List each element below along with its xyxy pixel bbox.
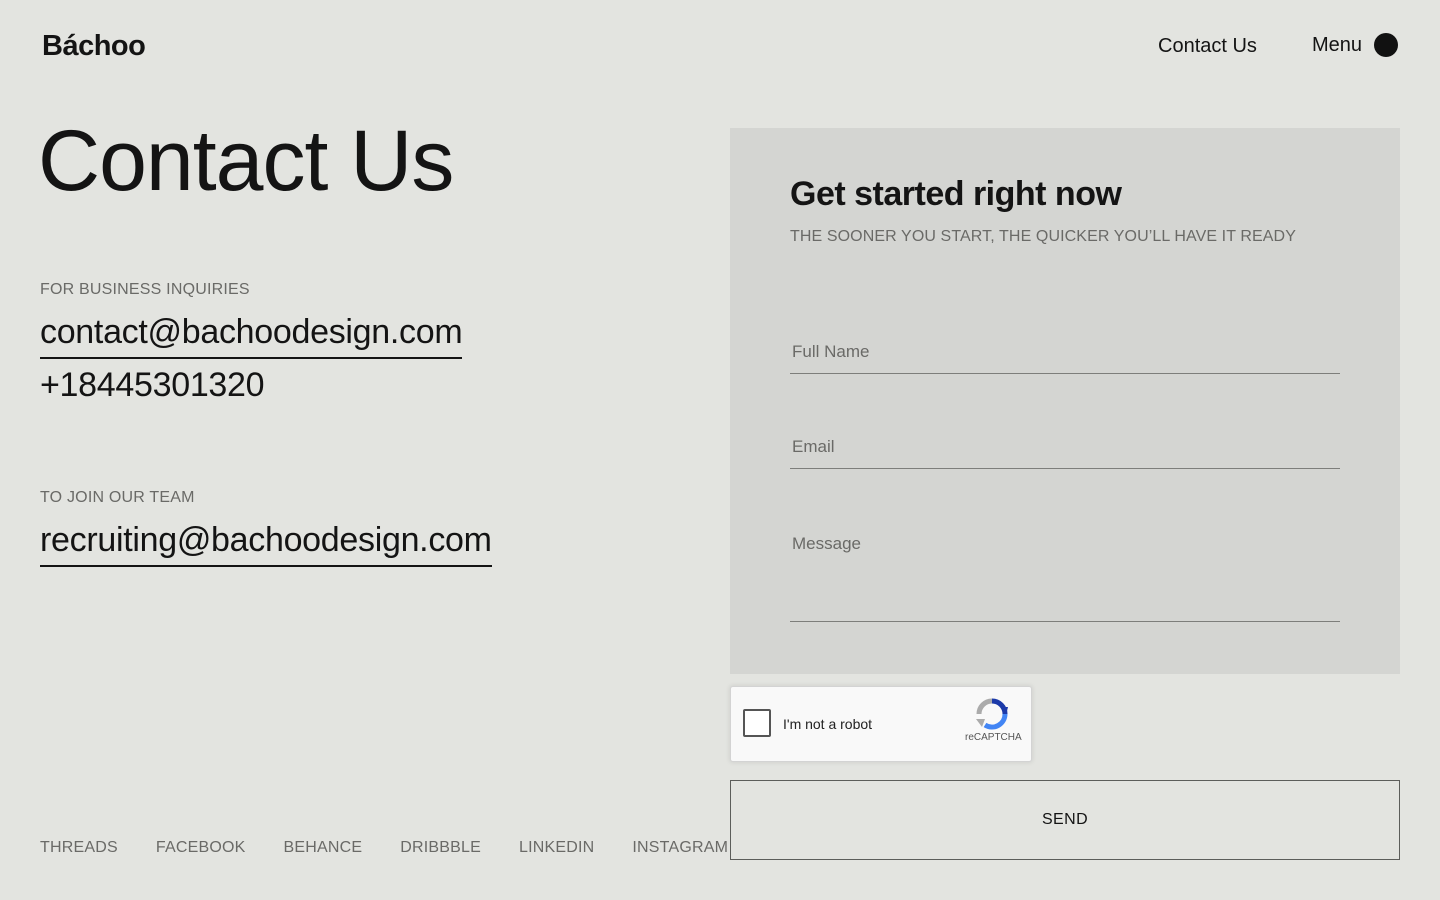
recaptcha-label: I'm not a robot [783,716,873,732]
full-name-input[interactable] [790,341,1340,374]
social-link-threads[interactable]: THREADS [40,839,118,857]
social-link-linkedin[interactable]: LINKEDIN [519,839,594,857]
menu-label: Menu [1312,33,1363,56]
social-link-instagram[interactable]: INSTAGRAM [632,839,728,857]
social-link-facebook[interactable]: FACEBOOK [156,839,246,857]
send-button[interactable]: SEND [730,780,1400,860]
join-team-label: TO JOIN OUR TEAM [40,489,195,506]
business-phone-link[interactable]: +18445301320 [40,367,265,404]
recaptcha-brand: reCAPTCHA [965,732,1022,743]
recruiting-email-link[interactable]: recruiting@bachoodesign.com [40,522,492,567]
brand-logo[interactable]: Báchoo [42,30,146,63]
page-title: Contact Us [38,113,454,209]
form-subtitle: THE SOONER YOU START, THE QUICKER YOU’LL… [790,228,1296,245]
contact-form-panel: Get started right now THE SOONER YOU STA… [730,128,1400,674]
social-link-dribbble[interactable]: DRIBBBLE [400,839,481,857]
social-links: THREADS FACEBOOK BEHANCE DRIBBBLE LINKED… [40,839,728,857]
recaptcha-logo-icon [976,698,1008,730]
menu-dot-icon [1374,33,1399,57]
message-textarea[interactable] [790,532,1340,622]
nav-contact-link[interactable]: Contact Us [1158,35,1257,58]
email-input[interactable] [790,436,1340,469]
recaptcha-checkbox[interactable] [743,709,771,737]
contact-page: Báchoo Contact Us Menu Contact Us FOR BU… [0,0,1440,900]
form-title: Get started right now [790,175,1122,213]
recaptcha-widget: I'm not a robot reCAPTCHA [730,686,1032,762]
social-link-behance[interactable]: BEHANCE [283,839,362,857]
business-email-link[interactable]: contact@bachoodesign.com [40,314,463,359]
menu-button[interactable]: Menu [1312,33,1399,57]
business-inquiries-label: FOR BUSINESS INQUIRIES [40,281,250,298]
